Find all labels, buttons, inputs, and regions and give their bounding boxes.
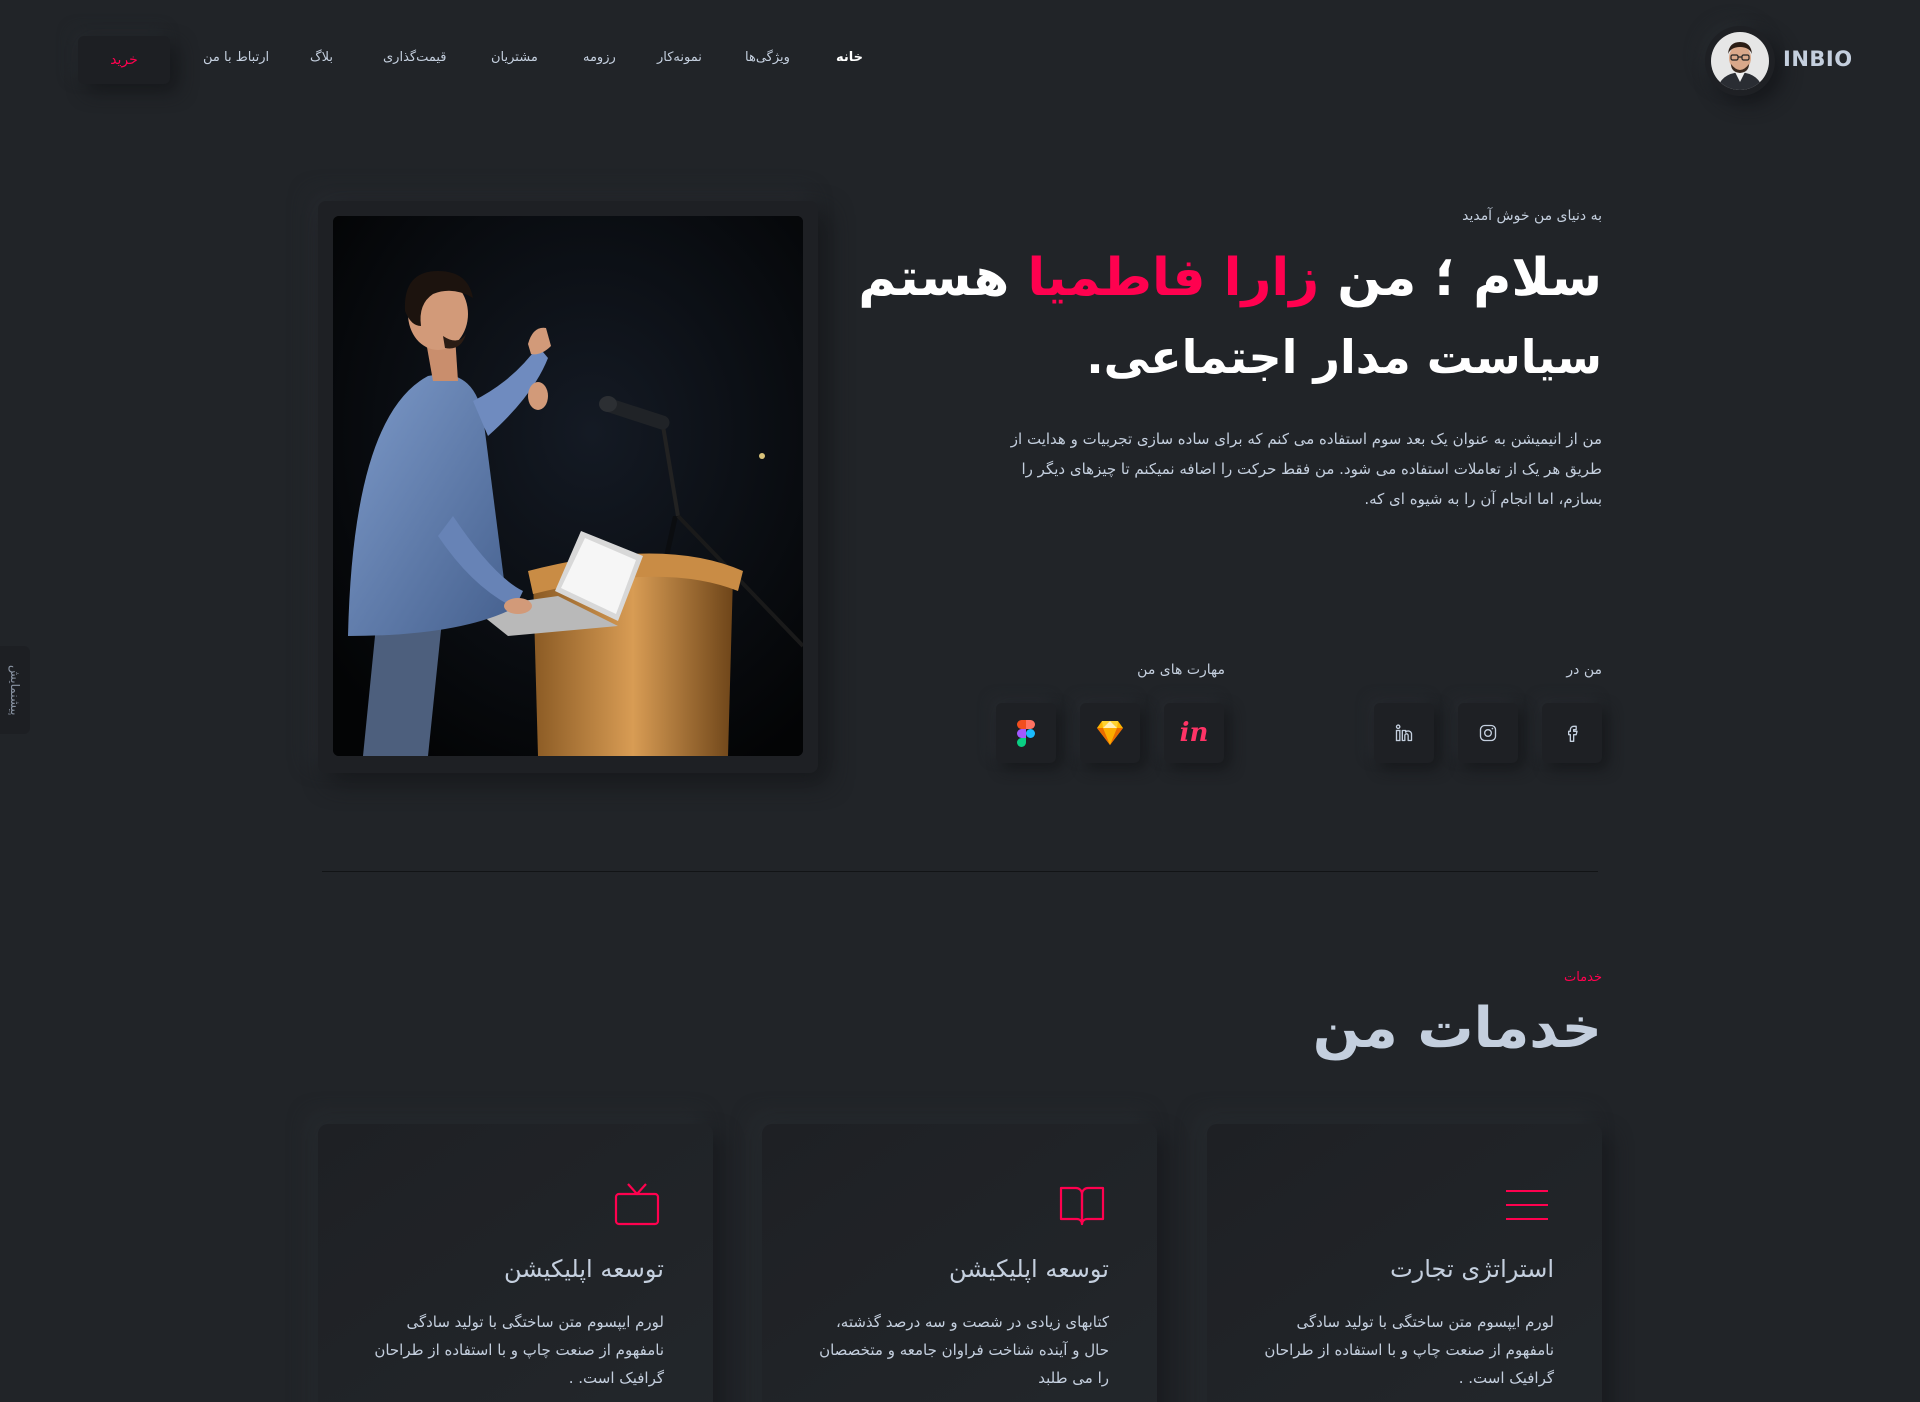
skills-label: مهارت های من: [1137, 662, 1225, 678]
menu-lines-icon: [1506, 1190, 1548, 1220]
avatar-image: [1711, 32, 1769, 90]
nav-features[interactable]: ویژگی‌ها: [745, 50, 790, 65]
tv-icon: [614, 1183, 660, 1226]
buy-button[interactable]: خرید: [78, 36, 170, 84]
brand-name[interactable]: INBIO: [1783, 47, 1853, 71]
linkedin-icon: [1395, 724, 1413, 742]
service-card-description: لورم ایپسوم متن ساختگی با تولید سادگی نا…: [374, 1313, 664, 1387]
preview-side-tab-label: پیشنمایش: [8, 664, 22, 716]
instagram-button[interactable]: [1458, 703, 1518, 763]
nav-clients[interactable]: مشتریان: [491, 50, 538, 65]
linkedin-button[interactable]: [1374, 703, 1434, 763]
service-card-title: توسعه اپلیکیشن: [949, 1255, 1109, 1283]
services-title: خدمات من: [1312, 996, 1602, 1061]
hero-title-suffix: هستم: [858, 248, 1028, 308]
services-tag: خدمات: [1563, 970, 1602, 985]
nav-pricing[interactable]: قیمت‌گذاری: [383, 50, 447, 65]
service-card-title: توسعه اپلیکیشن: [504, 1255, 664, 1283]
figma-skill[interactable]: [996, 703, 1056, 763]
hero-title-name: زارا فاطمیا: [1027, 248, 1320, 308]
sketch-icon: [1097, 721, 1123, 745]
find-me-label: من در: [1566, 662, 1602, 678]
preview-side-tab[interactable]: پیشنمایش: [0, 646, 30, 734]
service-card-description: کتابهای زیادی در شصت و سه درصد گذشته، حا…: [819, 1313, 1109, 1387]
instagram-icon: [1479, 724, 1497, 742]
nav-blog[interactable]: بلاگ: [310, 50, 333, 65]
facebook-button[interactable]: [1542, 703, 1602, 763]
brand-avatar[interactable]: [1705, 26, 1775, 96]
section-divider: [322, 871, 1598, 872]
hero-photo: [333, 216, 803, 756]
hero-title-prefix: سلام ؛ من: [1319, 248, 1602, 308]
hero-description: من از انیمیشن به عنوان یک بعد سوم استفاد…: [1010, 430, 1602, 508]
invision-skill[interactable]: in: [1164, 703, 1224, 763]
book-icon: [1059, 1186, 1105, 1226]
invision-icon: in: [1179, 718, 1209, 748]
hero-subtitle: سیاست مدار اجتماعی.: [1086, 330, 1602, 384]
nav-contact[interactable]: ارتباط با من: [203, 50, 269, 65]
nav-home[interactable]: خانه: [836, 50, 863, 65]
hero-welcome-text: به دنیای من خوش آمدید: [1462, 208, 1602, 224]
figma-icon: [1017, 719, 1035, 747]
nav-resume[interactable]: رزومه: [583, 50, 616, 65]
nav-portfolio[interactable]: نمونه‌کار: [657, 50, 702, 65]
hero-title: سلام ؛ من زارا فاطمیا هستم: [858, 248, 1602, 308]
service-card-title: استراتژی تجارت: [1390, 1255, 1554, 1283]
sketch-skill[interactable]: [1080, 703, 1140, 763]
facebook-icon: [1568, 725, 1578, 742]
service-card-description: لورم ایپسوم متن ساختگی با تولید سادگی نا…: [1264, 1313, 1554, 1387]
